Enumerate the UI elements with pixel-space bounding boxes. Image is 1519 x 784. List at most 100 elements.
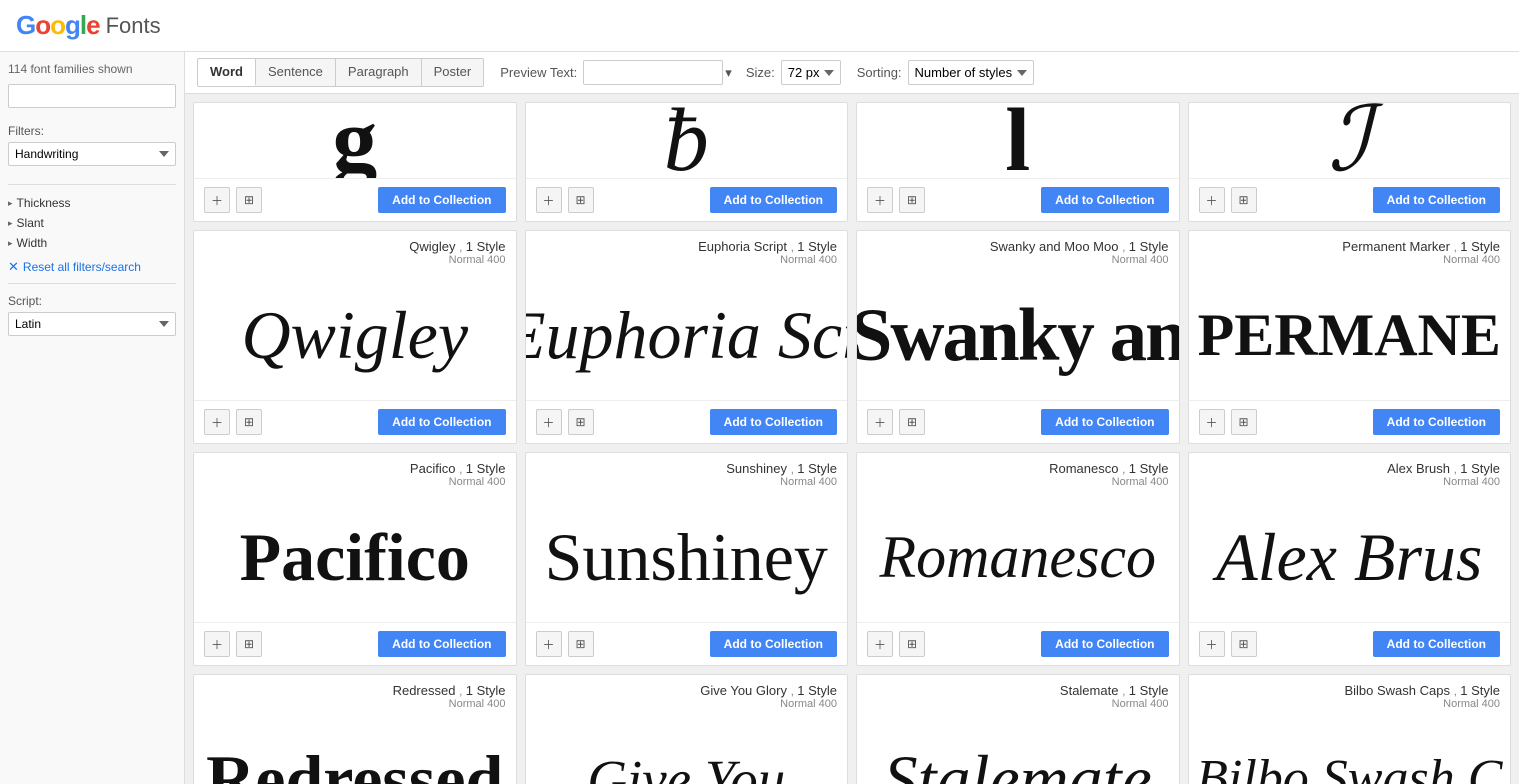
- plus-btn-swanky[interactable]: ＋: [867, 409, 893, 435]
- width-label: Width: [17, 236, 48, 250]
- grid-btn-pacifico[interactable]: ⊞: [236, 631, 262, 657]
- search-input[interactable]: [8, 84, 176, 108]
- grid-btn-permanent[interactable]: ⊞: [1231, 409, 1257, 435]
- footer-icons-qwigley: ＋ ⊞: [204, 409, 262, 435]
- font-card-header-romanesco: Romanesco , 1 Style Normal 400: [857, 453, 1179, 492]
- tab-sentence[interactable]: Sentence: [256, 59, 336, 86]
- font-preview-text-giveyou: Give You: [587, 752, 785, 784]
- reset-filters-button[interactable]: ✕ Reset all filters/search: [8, 259, 176, 275]
- grid-btn-swanky[interactable]: ⊞: [899, 409, 925, 435]
- font-weight-qwigley: Normal 400: [204, 254, 506, 266]
- reset-label: Reset all filters/search: [23, 260, 141, 274]
- add-to-collection-top-2[interactable]: Add to Collection: [710, 187, 837, 213]
- tab-word[interactable]: Word: [198, 59, 256, 86]
- font-card-sunshiney: Sunshiney , 1 Style Normal 400 Sunshiney…: [525, 452, 849, 666]
- sorting-select[interactable]: Number of styles: [908, 60, 1034, 85]
- plus-icon-top-3[interactable]: ＋: [867, 187, 893, 213]
- add-collection-alexbrush[interactable]: Add to Collection: [1373, 631, 1500, 657]
- preview-text-label: Preview Text:: [500, 65, 577, 80]
- add-to-collection-top-1[interactable]: Add to Collection: [378, 187, 505, 213]
- thickness-section[interactable]: ▸ Thickness: [8, 193, 176, 213]
- grid-icon-top-4[interactable]: ⊞: [1231, 187, 1257, 213]
- size-label: Size:: [746, 65, 775, 80]
- font-card-pacifico: Pacifico , 1 Style Normal 400 Pacifico ＋…: [193, 452, 517, 666]
- add-collection-romanesco[interactable]: Add to Collection: [1041, 631, 1168, 657]
- font-card-header-permanent: Permanent Marker , 1 Style Normal 400: [1189, 231, 1511, 270]
- font-styles-stalemate: 1 Style: [1129, 683, 1169, 698]
- font-card-stalemate: Stalemate , 1 Style Normal 400 Stalemate…: [856, 674, 1180, 784]
- font-card-romanesco: Romanesco , 1 Style Normal 400 Romanesco…: [856, 452, 1180, 666]
- plus-icon-top-1[interactable]: ＋: [204, 187, 230, 213]
- grid-btn-sunshiney[interactable]: ⊞: [568, 631, 594, 657]
- preview-dropdown-arrow[interactable]: ▾: [725, 65, 732, 81]
- font-preview-text-stalemate: Stalemate: [884, 745, 1152, 784]
- font-styles-swanky: 1 Style: [1129, 239, 1169, 254]
- grid-btn-euphoria[interactable]: ⊞: [568, 409, 594, 435]
- font-card-footer-romanesco: ＋ ⊞ Add to Collection: [857, 622, 1179, 665]
- font-styles-permanent: 1 Style: [1460, 239, 1500, 254]
- sorting-label: Sorting:: [857, 65, 902, 80]
- font-preview-giveyou: Give You: [526, 714, 848, 784]
- font-name-bilbo: Bilbo Swash Caps: [1344, 683, 1450, 698]
- font-styles-euphoria: 1 Style: [797, 239, 837, 254]
- font-weight-alexbrush: Normal 400: [1199, 476, 1501, 488]
- main-content: Word Sentence Paragraph Poster Preview T…: [185, 52, 1519, 784]
- font-weight-giveyou: Normal 400: [536, 698, 838, 710]
- width-section[interactable]: ▸ Width: [8, 233, 176, 253]
- plus-btn-permanent[interactable]: ＋: [1199, 409, 1225, 435]
- grid-icon-top-3[interactable]: ⊞: [899, 187, 925, 213]
- plus-icon-top-4[interactable]: ＋: [1199, 187, 1225, 213]
- add-collection-euphoria[interactable]: Add to Collection: [710, 409, 837, 435]
- font-styles-giveyou: 1 Style: [797, 683, 837, 698]
- add-to-collection-top-3[interactable]: Add to Collection: [1041, 187, 1168, 213]
- grid-icon-top-2[interactable]: ⊞: [568, 187, 594, 213]
- grid-icon-top-1[interactable]: ⊞: [236, 187, 262, 213]
- script-dropdown[interactable]: Latin: [8, 312, 176, 336]
- font-name-pacifico: Pacifico: [410, 461, 456, 476]
- add-collection-pacifico[interactable]: Add to Collection: [378, 631, 505, 657]
- add-collection-sunshiney[interactable]: Add to Collection: [710, 631, 837, 657]
- font-card-redressed: Redressed , 1 Style Normal 400 Redressed…: [193, 674, 517, 784]
- font-preview-permanent: PERMANE: [1189, 270, 1511, 400]
- font-card-alexbrush: Alex Brush , 1 Style Normal 400 Alex Bru…: [1188, 452, 1512, 666]
- handwriting-filter-dropdown[interactable]: Handwriting: [8, 142, 176, 166]
- grid-btn-romanesco[interactable]: ⊞: [899, 631, 925, 657]
- toolbar: Word Sentence Paragraph Poster Preview T…: [185, 52, 1519, 94]
- font-card-footer-permanent: ＋ ⊞ Add to Collection: [1189, 400, 1511, 443]
- font-preview-text-euphoria: Euphoria Scr: [526, 301, 848, 369]
- add-collection-swanky[interactable]: Add to Collection: [1041, 409, 1168, 435]
- size-select[interactable]: 72 px: [781, 60, 841, 85]
- font-card-top-2: ƀ ＋ ⊞ Add to Collection: [525, 102, 849, 222]
- tab-poster[interactable]: Poster: [422, 59, 484, 86]
- add-collection-qwigley[interactable]: Add to Collection: [378, 409, 505, 435]
- plus-btn-alexbrush[interactable]: ＋: [1199, 631, 1225, 657]
- font-card-giveyou: Give You Glory , 1 Style Normal 400 Give…: [525, 674, 849, 784]
- font-preview-text-qwigley: Qwigley: [241, 301, 468, 369]
- grid-btn-alexbrush[interactable]: ⊞: [1231, 631, 1257, 657]
- font-card-footer-sunshiney: ＋ ⊞ Add to Collection: [526, 622, 848, 665]
- add-collection-permanent[interactable]: Add to Collection: [1373, 409, 1500, 435]
- plus-icon-top-2[interactable]: ＋: [536, 187, 562, 213]
- plus-btn-sunshiney[interactable]: ＋: [536, 631, 562, 657]
- font-name-euphoria: Euphoria Script: [698, 239, 787, 254]
- font-name-swanky: Swanky and Moo Moo: [990, 239, 1119, 254]
- tab-paragraph[interactable]: Paragraph: [336, 59, 422, 86]
- font-preview-stalemate: Stalemate: [857, 714, 1179, 784]
- font-card-footer-top-3: ＋ ⊞ Add to Collection: [857, 178, 1179, 221]
- font-name-sunshiney: Sunshiney: [726, 461, 787, 476]
- plus-btn-euphoria[interactable]: ＋: [536, 409, 562, 435]
- font-card-footer-top-4: ＋ ⊞ Add to Collection: [1189, 178, 1511, 221]
- font-card-footer-qwigley: ＋ ⊞ Add to Collection: [194, 400, 516, 443]
- plus-btn-qwigley[interactable]: ＋: [204, 409, 230, 435]
- font-styles-alexbrush: 1 Style: [1460, 461, 1500, 476]
- font-preview-text-redressed: Redressed: [206, 745, 503, 784]
- preview-text-input[interactable]: [583, 60, 723, 85]
- font-card-euphoria: Euphoria Script , 1 Style Normal 400 Eup…: [525, 230, 849, 444]
- grid-btn-qwigley[interactable]: ⊞: [236, 409, 262, 435]
- add-to-collection-top-4[interactable]: Add to Collection: [1373, 187, 1500, 213]
- font-row-top: g ＋ ⊞ Add to Collection ƀ ＋ ⊞: [185, 94, 1519, 222]
- plus-btn-romanesco[interactable]: ＋: [867, 631, 893, 657]
- slant-section[interactable]: ▸ Slant: [8, 213, 176, 233]
- font-styles-qwigley: 1 Style: [466, 239, 506, 254]
- plus-btn-pacifico[interactable]: ＋: [204, 631, 230, 657]
